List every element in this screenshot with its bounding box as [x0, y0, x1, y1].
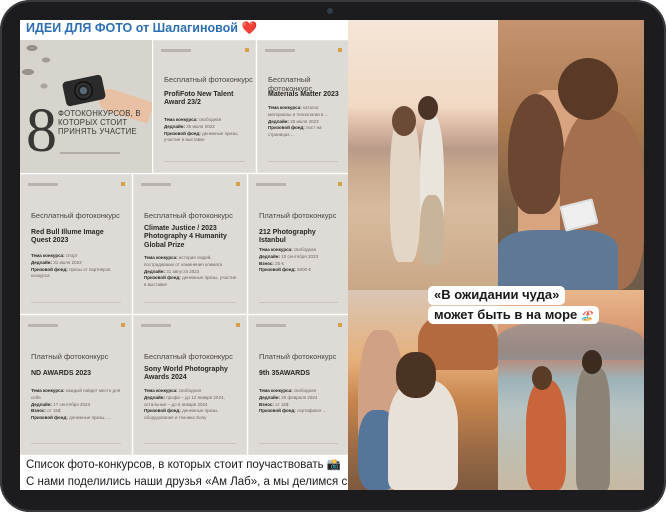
card-footer — [31, 302, 121, 305]
post-title: ИДЕИ ДЛЯ ФОТО от Шалагиновой — [26, 21, 238, 35]
card-name: Red Bull Illume Image Quest 2023 — [31, 229, 104, 245]
caption-line: Список фото-конкурсов, в которых стоит п… — [26, 459, 342, 471]
heart-icon: ❤️ — [241, 21, 258, 35]
card-name: 212 Photography Istanbul — [259, 229, 316, 245]
card-rows: Тема конкурса: каталог, материалы и техн… — [268, 105, 329, 137]
card-rows: Тема конкурса: свободная Дедлайн: профи … — [144, 388, 225, 420]
photo-figure — [396, 352, 436, 398]
contest-card[interactable]: Бесплатный фотоконкурс Materials Matter … — [257, 40, 349, 173]
ultrasound-couple-photo[interactable] — [498, 20, 644, 290]
intro-text: ФОТОКОНКУРСОВ, В КОТОРЫХ СТОИТ ПРИНЯТЬ У… — [58, 109, 141, 136]
card-kind: Платный фотоконкурс — [259, 211, 337, 220]
photo-figure — [508, 94, 564, 214]
contest-card[interactable]: Бесплатный фотоконкурс Red Bull Illume I… — [20, 174, 132, 314]
card-footer — [259, 443, 338, 446]
card-badge — [338, 182, 342, 186]
contest-card[interactable]: Платный фотоконкурс 212 Photography Ista… — [248, 174, 349, 314]
photo-collage[interactable]: «В ожидании чуда» может быть в на море 🏖… — [348, 20, 644, 490]
card-footer — [31, 443, 121, 446]
card-kind: Платный фотоконкурс — [31, 352, 109, 361]
contest-card[interactable]: Платный фотоконкурс 9th 35AWARDS Тема ко… — [248, 315, 349, 455]
card-kind: Бесплатный фотоконкурс — [31, 211, 120, 220]
photo-figure — [526, 380, 566, 490]
card-kind: Бесплатный фотоконкурс — [144, 352, 233, 361]
card-rows: Тема конкурса: свободная Дедлайн: 25 июл… — [164, 117, 239, 143]
contest-card[interactable]: Бесплатный фотоконкурс Climate Justice /… — [133, 174, 247, 314]
photo-figure — [418, 96, 438, 120]
screen: ИДЕИ ДЛЯ ФОТО от Шалагиновой ❤️ 8 ФОТОКО… — [20, 20, 644, 490]
contest-card[interactable]: Платный фотоконкурс ND AWARDS 2023 Тема … — [20, 315, 132, 455]
card-badge — [121, 323, 125, 327]
intro-card[interactable]: 8 ФОТОКОНКУРСОВ, В КОТОРЫХ СТОИТ ПРИНЯТЬ… — [20, 40, 152, 173]
collage-overlay-text: «В ожидании чуда» может быть в на море 🏖… — [428, 286, 600, 325]
post-header[interactable]: ИДЕИ ДЛЯ ФОТО от Шалагиновой ❤️ — [20, 20, 350, 40]
card-badge — [338, 48, 342, 52]
card-kind: Платный фотоконкурс — [259, 352, 337, 361]
beach-umbrella-icon: 🏖️ — [580, 310, 594, 322]
card-name: Sony World Photography Awards 2024 — [144, 366, 228, 382]
contest-card[interactable]: Бесплатный фотоконкурс ProfiFoto New Tal… — [153, 40, 256, 173]
photo-figure — [532, 366, 552, 390]
card-name: Climate Justice / 2023 Photography 4 Hum… — [144, 225, 227, 249]
card-badge — [236, 323, 240, 327]
card-rows: Тема конкурса: история людей, пострадавш… — [144, 255, 237, 287]
contest-card[interactable]: Бесплатный фотоконкурс Sony World Photog… — [133, 315, 247, 455]
post-caption: Список фото-конкурсов, в которых стоит п… — [20, 455, 350, 490]
card-rows: Тема конкурса: свободная Дедлайн: 25 фев… — [259, 388, 327, 414]
card-name: ND AWARDS 2023 — [31, 370, 92, 377]
photo-figure — [420, 195, 444, 265]
tablet-frame: ИДЕИ ДЛЯ ФОТО от Шалагиновой ❤️ 8 ФОТОКО… — [0, 0, 666, 512]
card-footer — [259, 302, 338, 305]
photo-figure — [498, 320, 644, 360]
card-name: 9th 35AWARDS — [259, 370, 310, 377]
photo-figure — [582, 350, 602, 374]
photo-figure — [498, 230, 618, 290]
beach-couple-photo[interactable] — [348, 20, 498, 290]
photo-figure — [392, 106, 416, 136]
card-logo — [141, 183, 171, 186]
card-logo — [265, 49, 295, 52]
card-logo — [256, 324, 286, 327]
card-badge — [338, 323, 342, 327]
intro-underline — [60, 152, 120, 154]
card-rows: Тема конкурса: свободная Дедлайн: 10 сен… — [259, 247, 318, 273]
card-kind: Бесплатный фотоконкурс — [164, 75, 253, 84]
overlay-line: «В ожидании чуда» — [428, 286, 566, 305]
overlay-line: может быть в на море 🏖️ — [428, 305, 600, 325]
card-logo — [256, 183, 286, 186]
front-camera-icon — [327, 8, 333, 14]
card-logo — [28, 324, 58, 327]
card-badge — [245, 48, 249, 52]
photo-figure — [558, 58, 618, 120]
card-footer — [144, 302, 236, 305]
caption-line: С нами поделились наши друзья «Ам Лаб», … — [26, 475, 350, 488]
card-badge — [236, 182, 240, 186]
photo-figure — [576, 368, 610, 490]
card-badge — [121, 182, 125, 186]
card-footer — [164, 161, 245, 164]
card-logo — [161, 49, 191, 52]
card-footer — [144, 443, 236, 446]
card-footer — [268, 161, 338, 164]
card-rows: Тема конкурса: спорт Дедлайн: 31 июля 20… — [31, 253, 111, 279]
card-name: ProfiFoto New Talent Award 23/2 — [164, 91, 234, 107]
card-logo — [28, 183, 58, 186]
card-name: Materials Matter 2023 — [268, 91, 339, 98]
card-logo — [141, 324, 171, 327]
card-kind: Бесплатный фотоконкурс — [144, 211, 233, 220]
card-rows: Тема конкурса: каждый найдет место для с… — [31, 388, 121, 420]
intro-number: 8 — [26, 97, 57, 165]
